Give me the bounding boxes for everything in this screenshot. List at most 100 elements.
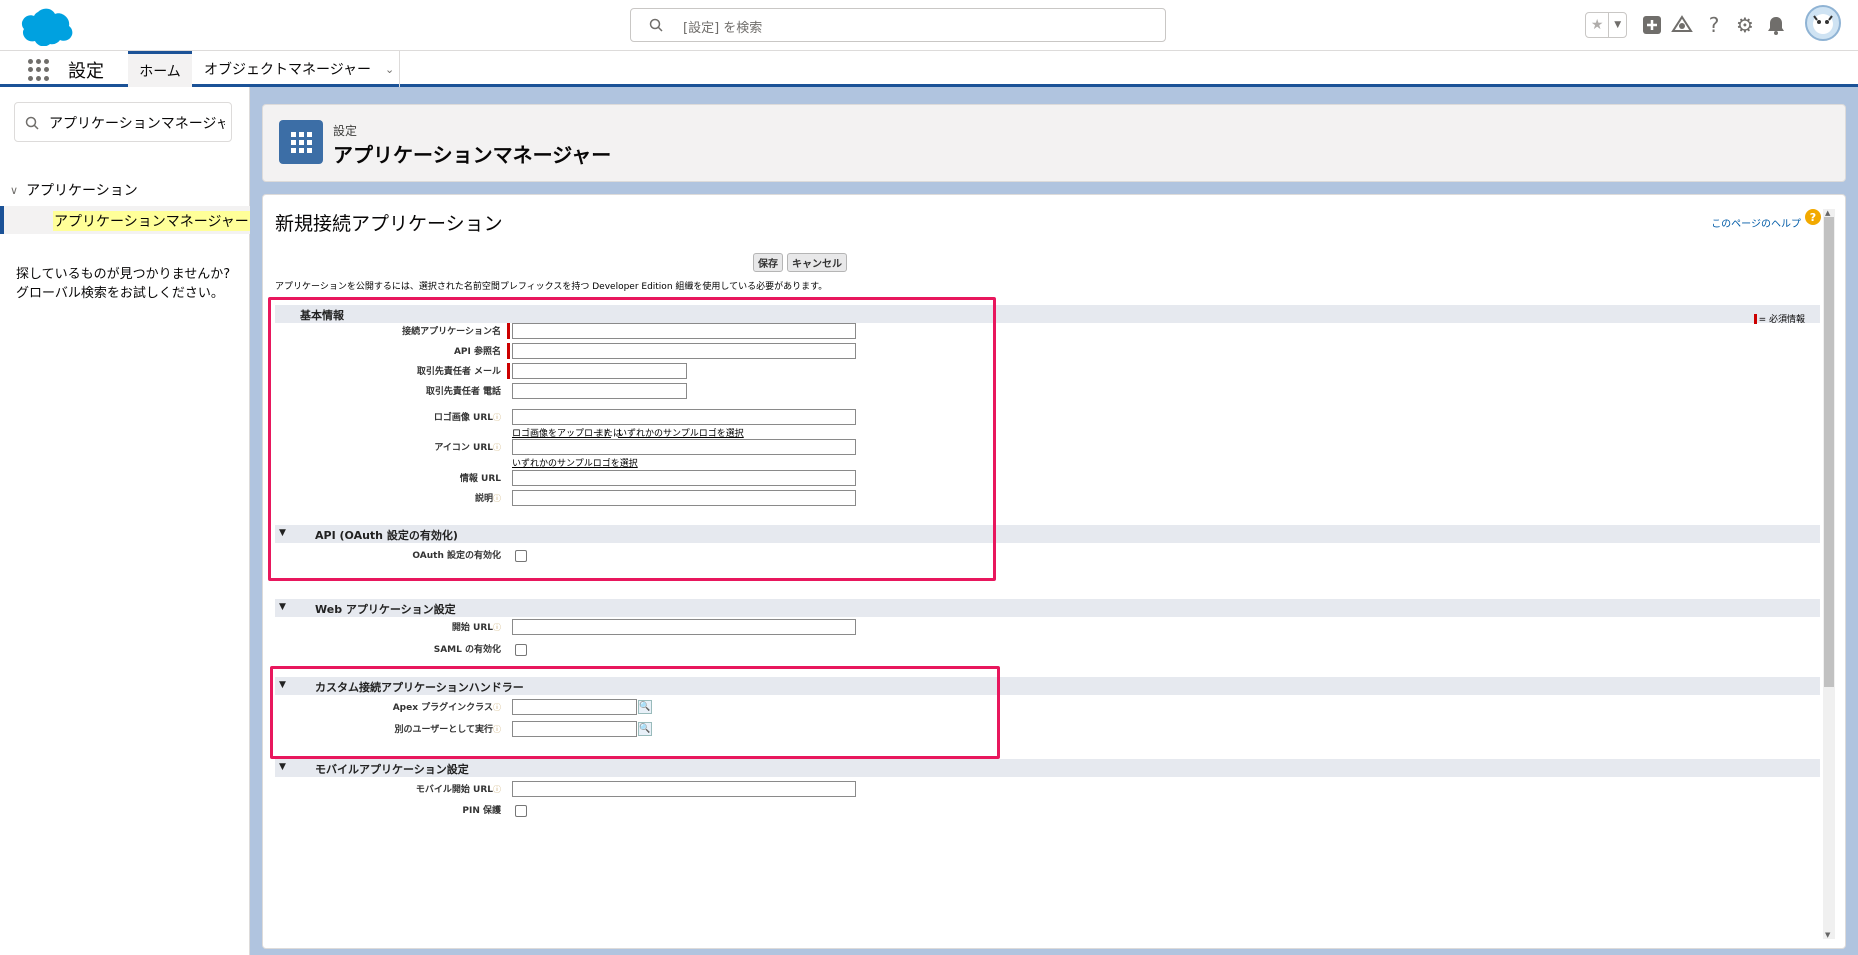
trailhead-icon[interactable] [1670, 13, 1694, 37]
field-label-text: 別のユーザーとして実行 [394, 725, 493, 735]
app-nav-bar: 設定 ホーム オブジェクトマネージャー ⌄ [0, 51, 1858, 87]
icon-url-input[interactable] [512, 439, 856, 455]
not-found-hint: 探しているものが見つかりませんか? グローバル検索をお試しください。 [16, 265, 241, 303]
star-icon[interactable]: ★ [1586, 13, 1610, 37]
saml-enable-checkbox[interactable] [515, 644, 527, 656]
user-avatar[interactable] [1805, 5, 1841, 41]
scroll-up-arrow-icon[interactable]: ▲ [1825, 209, 1830, 217]
field-label-apex: Apex プラグインクラスⓘ [281, 700, 501, 713]
not-found-line1: 探しているものが見つかりませんか? [16, 267, 231, 282]
section-api-oauth[interactable]: ▼ API (OAuth 設定の有効化) [275, 525, 1820, 543]
quick-find-value: アプリケーションマネージャー [49, 116, 225, 132]
help-icon[interactable]: ? [1702, 13, 1726, 37]
required-marker-icon [1753, 313, 1757, 324]
info-url-input[interactable] [512, 470, 856, 486]
cancel-button[interactable]: キャンセル [787, 253, 847, 272]
help-link[interactable]: このページのヘルプ [1711, 215, 1801, 230]
description-input[interactable] [512, 490, 856, 506]
required-legend: = 必須情報 [1753, 312, 1805, 325]
field-label: 取引先責任者 電話 [425, 387, 501, 397]
field-label: 接続アプリケーション名 [402, 327, 501, 337]
bell-icon[interactable] [1764, 13, 1788, 37]
search-icon [25, 116, 39, 130]
tree-node-applications[interactable]: ∨ アプリケーション [10, 180, 138, 200]
chevron-down-icon[interactable]: ⌄ [385, 63, 394, 76]
required-legend-text: = 必須情報 [1758, 315, 1805, 325]
page-title: アプリケーションマネージャー [333, 143, 612, 167]
oauth-enable-checkbox[interactable] [515, 550, 527, 562]
sample-logo-link-2[interactable]: いずれかのサンプルロゴを選択 [512, 456, 638, 469]
help-question-icon[interactable]: ? [1805, 209, 1821, 225]
field-label-start-url: 開始 URLⓘ [281, 620, 501, 633]
scroll-down-arrow-icon[interactable]: ▼ [1825, 931, 1830, 939]
quick-find-input[interactable]: アプリケーションマネージャー [14, 102, 232, 142]
salesforce-logo[interactable] [14, 6, 74, 46]
vertical-scrollbar[interactable]: ▲ ▼ [1823, 209, 1835, 939]
section-mobile-app[interactable]: ▼ モバイルアプリケーション設定 [275, 759, 1820, 777]
field-label: PIN 保護 [462, 806, 501, 816]
section-title: Web アプリケーション設定 [315, 603, 456, 616]
global-actions-icon[interactable] [1640, 13, 1664, 37]
scrollbar-thumb[interactable] [1824, 217, 1834, 687]
collapse-triangle-icon[interactable]: ▼ [279, 602, 286, 612]
field-label: 情報 URL [459, 474, 501, 484]
app-name-input[interactable] [512, 323, 856, 339]
section-title: API (OAuth 設定の有効化) [315, 529, 458, 542]
field-label-text: ロゴ画像 URL [433, 413, 493, 423]
pin-protect-checkbox[interactable] [515, 805, 527, 817]
sample-logo-link[interactable]: いずれかのサンプルロゴを選択 [618, 426, 744, 439]
info-icon[interactable]: ⓘ [493, 725, 501, 734]
field-label: 取引先責任者 メール [416, 367, 501, 377]
field-label: SAML の有効化 [433, 645, 501, 655]
lookup-icon[interactable]: 🔍 [638, 722, 652, 736]
field-label-text: 開始 URL [451, 623, 493, 633]
new-connected-app-form: 新規接続アプリケーション このページのヘルプ ? 保存 キャンセル アプリケーシ… [262, 194, 1846, 949]
tab-home[interactable]: ホーム [128, 51, 192, 87]
info-icon[interactable]: ⓘ [493, 623, 501, 632]
info-icon[interactable]: ⓘ [493, 785, 501, 794]
save-button[interactable]: 保存 [753, 253, 783, 272]
setup-sidebar: アプリケーションマネージャー ∨ アプリケーション アプリケーションマネージャー… [0, 87, 250, 955]
caret-down-icon[interactable]: ▼ [1609, 13, 1626, 37]
required-marker [507, 323, 510, 339]
tab-object-manager[interactable]: オブジェクトマネージャー ⌄ [192, 51, 400, 87]
field-label-text: Apex プラグインクラス [392, 703, 493, 713]
section-custom-handler[interactable]: ▼ カスタム接続アプリケーションハンドラー [275, 677, 1820, 695]
info-icon[interactable]: ⓘ [493, 443, 501, 452]
field-label-icon: アイコン URLⓘ [281, 440, 501, 453]
info-icon[interactable]: ⓘ [493, 703, 501, 712]
logo-url-input[interactable] [512, 409, 856, 425]
favorites-button[interactable]: ★ ▼ [1585, 12, 1627, 38]
contact-email-input[interactable] [512, 363, 687, 379]
search-placeholder: [設定] を検索 [683, 21, 763, 36]
section-web-app[interactable]: ▼ Web アプリケーション設定 [275, 599, 1820, 617]
global-search[interactable]: [設定] を検索 [630, 8, 1166, 42]
apex-plugin-input[interactable] [512, 699, 637, 715]
app-launcher-icon[interactable] [28, 59, 50, 81]
contact-phone-input[interactable] [512, 383, 687, 399]
mobile-start-url-input[interactable] [512, 781, 856, 797]
gear-icon[interactable]: ⚙ [1733, 13, 1757, 37]
form-title: 新規接続アプリケーション [275, 213, 503, 235]
global-header: [設定] を検索 ★ ▼ ? ⚙ [0, 0, 1858, 51]
chevron-down-icon[interactable]: ∨ [10, 184, 18, 197]
collapse-triangle-icon[interactable]: ▼ [279, 528, 286, 538]
search-icon [649, 18, 663, 32]
app-name: 設定 [68, 61, 104, 82]
api-name-input[interactable] [512, 343, 856, 359]
lookup-icon[interactable]: 🔍 [638, 700, 652, 714]
field-label: API 参照名 [453, 347, 501, 357]
info-icon[interactable]: ⓘ [493, 413, 501, 422]
info-icon[interactable]: ⓘ [493, 494, 501, 503]
field-label-text: 説明 [474, 494, 493, 504]
run-as-input[interactable] [512, 721, 637, 737]
field-label-text: アイコン URL [434, 443, 493, 453]
tree-item-label: アプリケーションマネージャー [53, 211, 250, 231]
start-url-input[interactable] [512, 619, 856, 635]
collapse-triangle-icon[interactable]: ▼ [279, 762, 286, 772]
field-label-text: モバイル開始 URL [415, 785, 493, 795]
collapse-triangle-icon[interactable]: ▼ [279, 680, 286, 690]
not-found-line2: グローバル検索をお試しください。 [16, 286, 224, 301]
tree-item-app-manager[interactable]: アプリケーションマネージャー [0, 206, 250, 234]
breadcrumb[interactable]: 設定 [333, 122, 357, 139]
